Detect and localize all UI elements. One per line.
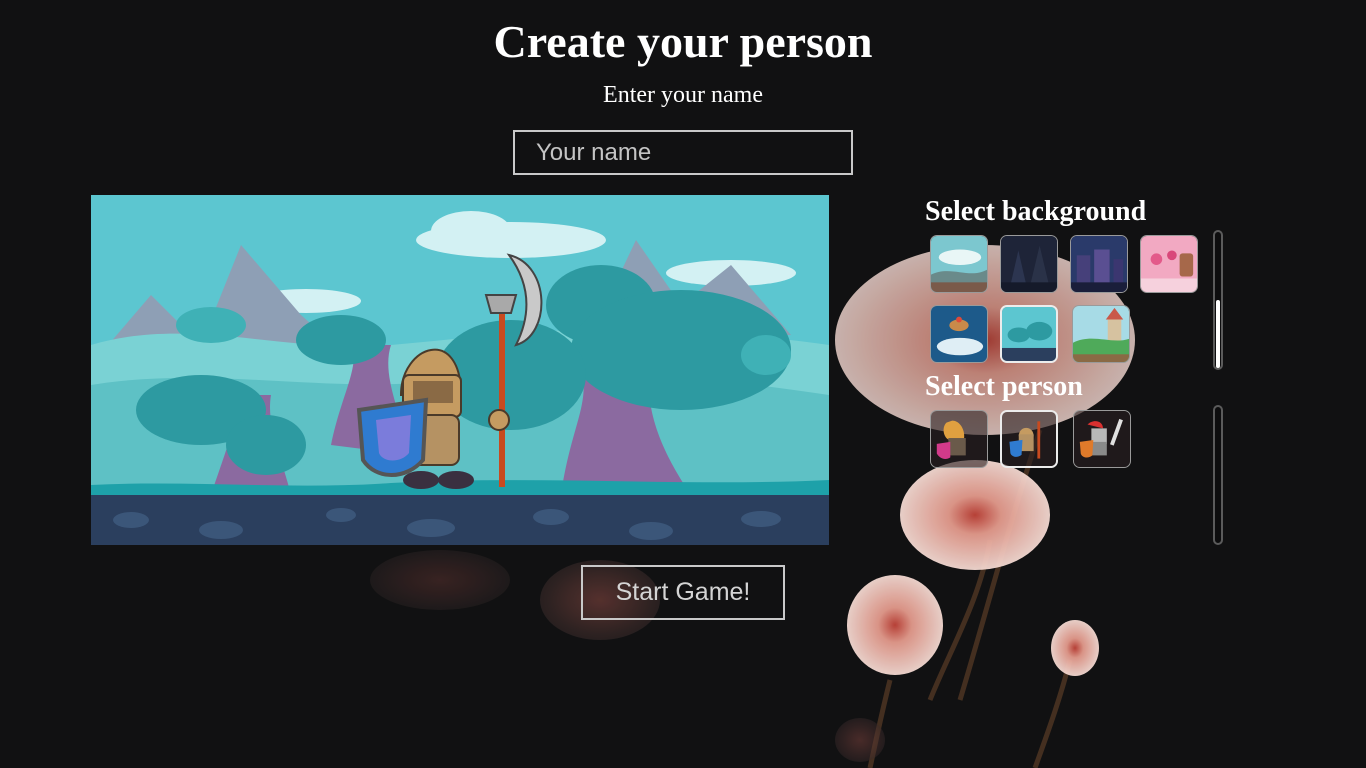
- name-prompt-label: Enter your name: [603, 82, 763, 108]
- candy-land-thumbnail-icon: [1141, 236, 1197, 292]
- game-preview: [91, 195, 829, 545]
- person-option-axe-knight[interactable]: [1000, 410, 1058, 468]
- background-option-castle-meadow[interactable]: [1072, 305, 1130, 363]
- castle-meadow-thumbnail-icon: [1073, 306, 1129, 362]
- background-option-candy-land[interactable]: [1140, 235, 1198, 293]
- spartan-knight-thumbnail-icon: [931, 411, 987, 467]
- select-background-heading: Select background: [925, 196, 1147, 227]
- background-option-teal-forest[interactable]: [1000, 305, 1058, 363]
- teal-forest-thumbnail-icon: [1002, 307, 1056, 361]
- background-option-sky-island[interactable]: [930, 305, 988, 363]
- axe-knight-thumbnail-icon: [1002, 412, 1056, 466]
- sword-knight-thumbnail-icon: [1074, 411, 1130, 467]
- page-title: Create your person: [493, 16, 873, 67]
- background-option-night-city[interactable]: [1070, 235, 1128, 293]
- person-selector-scrollbar[interactable]: [1213, 405, 1223, 545]
- cloudy-hills-thumbnail-icon: [931, 236, 987, 292]
- night-city-thumbnail-icon: [1071, 236, 1127, 292]
- background-option-dark-forest[interactable]: [1000, 235, 1058, 293]
- start-game-button[interactable]: Start Game!: [581, 565, 785, 620]
- background-selector-scrollbar[interactable]: [1213, 230, 1223, 370]
- name-input[interactable]: [513, 130, 853, 175]
- sky-island-thumbnail-icon: [931, 306, 987, 362]
- dark-forest-thumbnail-icon: [1001, 236, 1057, 292]
- select-person-heading: Select person: [925, 371, 1083, 402]
- background-selector-scroll-thumb[interactable]: [1216, 300, 1220, 368]
- background-option-cloudy-hills[interactable]: [930, 235, 988, 293]
- person-option-spartan-knight[interactable]: [930, 410, 988, 468]
- person-option-sword-knight[interactable]: [1073, 410, 1131, 468]
